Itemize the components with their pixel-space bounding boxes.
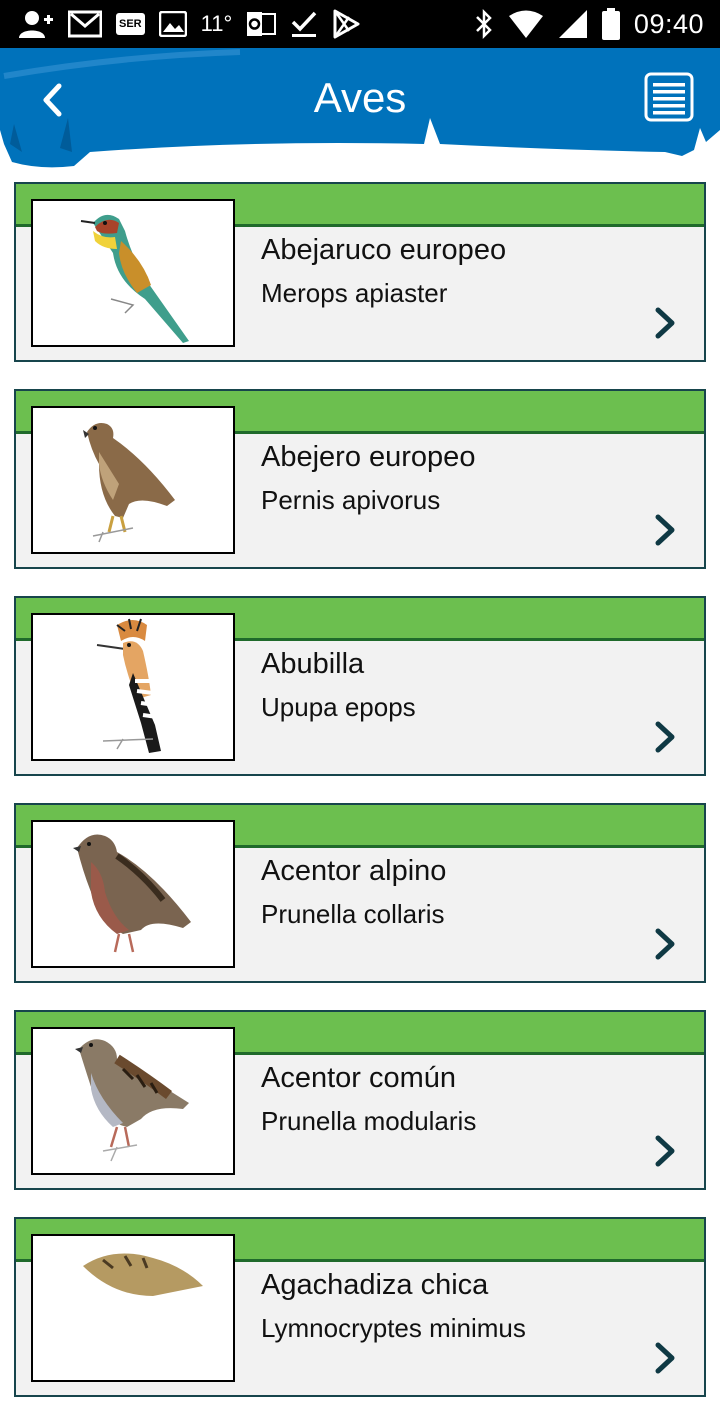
common-name: Acentor alpino (261, 855, 447, 887)
back-button[interactable] (30, 74, 74, 126)
list-item[interactable]: Acentor alpino Prunella collaris (14, 803, 706, 983)
signal-icon (558, 10, 587, 38)
bird-thumbnail (31, 199, 235, 347)
scientific-name: Merops apiaster (261, 278, 448, 308)
clock: 09:40 (633, 8, 704, 39)
chevron-right-icon (655, 307, 675, 339)
battery-icon (601, 8, 620, 40)
outlook-icon (247, 12, 277, 36)
scientific-name: Prunella modularis (261, 1106, 477, 1136)
bird-thumbnail (31, 1027, 235, 1175)
jack-snipe-illustration (83, 1253, 203, 1296)
hoopoe-illustration (96, 618, 161, 753)
bee-eater-illustration (80, 214, 189, 343)
temperature: 11° (200, 11, 233, 36)
bird-thumbnail (31, 406, 235, 554)
species-list: Abejaruco europeo Merops apiaster Abejer… (14, 182, 706, 1424)
list-item[interactable]: Abubilla Upupa epops (14, 596, 706, 776)
scientific-name: Prunella collaris (261, 899, 445, 929)
play-store-icon (333, 9, 360, 39)
list-item[interactable]: Acentor común Prunella modularis (14, 1010, 706, 1190)
list-menu-icon (644, 72, 694, 122)
dunnock-illustration (75, 1039, 189, 1162)
app-header: Aves (0, 48, 720, 170)
common-name: Abejero europeo (261, 441, 476, 473)
checkmark-icon (292, 11, 317, 37)
bluetooth-icon (476, 8, 492, 40)
bird-thumbnail (31, 820, 235, 968)
ser-badge-icon: SER (116, 13, 145, 35)
page-title: Aves (313, 74, 407, 121)
list-item[interactable]: Agachadiza chica Lymnocryptes minimus (14, 1217, 706, 1397)
common-name: Acentor común (261, 1062, 457, 1094)
add-user-icon (19, 11, 53, 38)
bird-thumbnail (31, 613, 235, 761)
chevron-right-icon (655, 1342, 675, 1374)
image-icon (158, 11, 187, 37)
alpine-accentor-illustration (73, 834, 191, 953)
status-bar-right: 09:40 (474, 6, 704, 42)
chevron-left-icon (43, 83, 62, 117)
list-item[interactable]: Abejaruco europeo Merops apiaster (14, 182, 706, 362)
scientific-name: Lymnocryptes minimus (261, 1313, 526, 1343)
honey-buzzard-illustration (83, 423, 175, 543)
chevron-right-icon (655, 721, 675, 753)
status-bar-left: SER 11° (18, 6, 360, 42)
chevron-right-icon (655, 514, 675, 546)
status-bar: SER 11° 09:40 (0, 0, 720, 48)
common-name: Abejaruco europeo (261, 234, 507, 266)
list-item[interactable]: Abejero europeo Pernis apivorus (14, 389, 706, 569)
menu-button[interactable] (644, 72, 696, 124)
common-name: Agachadiza chica (261, 1269, 489, 1301)
wifi-icon (508, 10, 543, 38)
bird-thumbnail (31, 1234, 235, 1382)
common-name: Abubilla (261, 648, 365, 680)
gmail-icon (68, 10, 102, 38)
scientific-name: Pernis apivorus (261, 485, 441, 515)
chevron-right-icon (655, 928, 675, 960)
chevron-right-icon (655, 1135, 675, 1167)
scientific-name: Upupa epops (261, 692, 416, 722)
